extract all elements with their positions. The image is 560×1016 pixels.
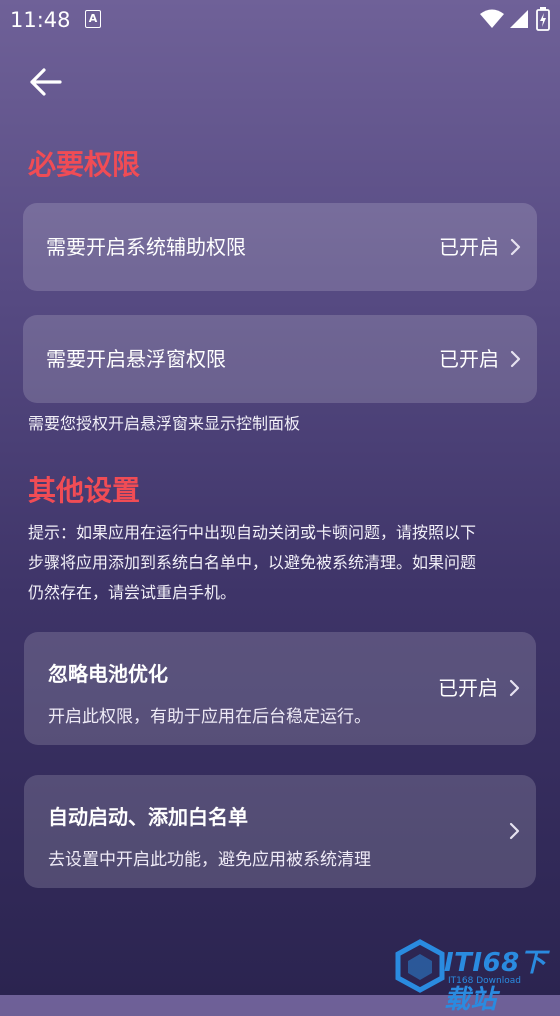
- status-icons: [480, 7, 550, 31]
- setting-title: 忽略电池优化: [48, 662, 168, 686]
- overlay-note: 需要您授权开启悬浮窗来显示控制面板: [28, 414, 301, 433]
- wifi-icon: [480, 9, 504, 28]
- permission-row-accessibility[interactable]: 需要开启系统辅助权限 已开启: [23, 203, 537, 291]
- setting-row-autostart-whitelist[interactable]: 自动启动、添加白名单 去设置中开启此功能，避免应用被系统清理: [24, 775, 536, 888]
- tip-line: 提示：如果应用在运行中出现自动关闭或卡顿问题，请按照以下: [28, 523, 477, 542]
- watermark-logo: ITI68下载站 IT168 Download: [392, 938, 556, 1015]
- chevron-right-icon: [510, 238, 521, 256]
- signal-icon: [510, 10, 528, 28]
- back-button[interactable]: [24, 62, 68, 102]
- permission-status: 已开启: [439, 347, 499, 371]
- setting-row-battery-optimization[interactable]: 忽略电池优化 开启此权限，有助于应用在后台稳定运行。 已开启: [24, 632, 536, 745]
- setting-subtitle: 开启此权限，有助于应用在后台稳定运行。: [48, 707, 371, 727]
- chevron-right-icon: [510, 350, 521, 368]
- section-title-other: 其他设置: [28, 474, 141, 507]
- chevron-right-icon: [509, 822, 520, 840]
- permission-label: 需要开启系统辅助权限: [46, 235, 246, 259]
- chevron-right-icon: [509, 679, 520, 697]
- status-time: 11:48: [10, 8, 71, 32]
- permission-status: 已开启: [439, 235, 499, 259]
- setting-subtitle: 去设置中开启此功能，避免应用被系统清理: [48, 850, 371, 870]
- arrow-left-icon: [30, 68, 62, 96]
- status-bar: 11:48 A: [0, 0, 560, 40]
- permission-label: 需要开启悬浮窗权限: [46, 347, 226, 371]
- section-title-required: 必要权限: [28, 148, 141, 181]
- tip-line: 仍然存在，请尝试重启手机。: [28, 583, 237, 602]
- watermark-subtext: IT168 Download: [448, 976, 521, 986]
- tip-line: 步骤将应用添加到系统白名单中，以避免被系统清理。如果问题: [28, 553, 477, 572]
- watermark-hexagon-icon: [395, 939, 445, 993]
- notification-icon: A: [85, 10, 101, 28]
- battery-icon: [536, 7, 550, 31]
- permission-row-overlay[interactable]: 需要开启悬浮窗权限 已开启: [23, 315, 537, 403]
- setting-title: 自动启动、添加白名单: [48, 805, 248, 829]
- setting-status: 已开启: [438, 676, 498, 700]
